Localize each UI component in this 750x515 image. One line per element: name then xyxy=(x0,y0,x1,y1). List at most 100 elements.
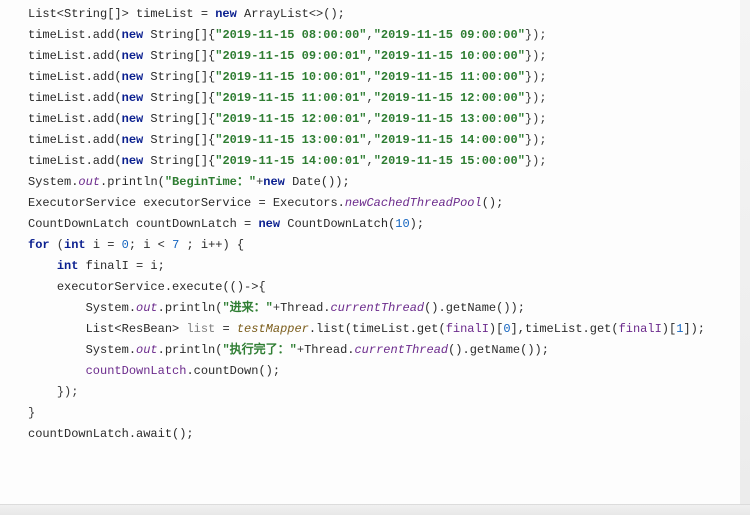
code-text: )[ xyxy=(489,322,503,336)
string-literal: "2019-11-15 09:00:00" xyxy=(374,28,525,42)
code-line: timeList.add(new String[]{"2019-11-15 08… xyxy=(0,25,750,46)
code-text: Date()); xyxy=(285,175,350,189)
code-line: }); xyxy=(0,382,750,403)
static-method: currentThread xyxy=(354,343,448,357)
code-text: finalI = i; xyxy=(78,259,164,273)
comma: , xyxy=(366,154,373,168)
keyword-int: int xyxy=(57,259,79,273)
code-text: timeList.add( xyxy=(28,91,122,105)
var-finali: finalI xyxy=(619,322,662,336)
code-text: CountDownLatch( xyxy=(280,217,395,231)
code-text: ().getName()); xyxy=(448,343,549,357)
string-literal: "2019-11-15 13:00:01" xyxy=(215,133,366,147)
var-finali: finalI xyxy=(446,322,489,336)
string-literal: "2019-11-15 14:00:01" xyxy=(215,154,366,168)
code-text: String[]{ xyxy=(143,28,215,42)
string-literal: "执行完了：" xyxy=(222,343,296,357)
comma: , xyxy=(366,70,373,84)
code-text: .println( xyxy=(158,343,223,357)
keyword-new: new xyxy=(122,91,144,105)
code-line: } xyxy=(0,403,750,424)
code-text: String[]{ xyxy=(143,133,215,147)
comma: , xyxy=(366,28,373,42)
number-literal: 0 xyxy=(503,322,510,336)
code-text: }); xyxy=(525,133,547,147)
code-text: ; i < xyxy=(129,238,172,252)
code-text: ArrayList<>(); xyxy=(237,7,345,21)
vertical-scrollbar[interactable] xyxy=(740,0,750,505)
code-text: .println( xyxy=(158,301,223,315)
code-text: Thread. xyxy=(280,301,330,315)
comma: , xyxy=(366,112,373,126)
code-text: System. xyxy=(86,301,136,315)
field-out: out xyxy=(78,175,100,189)
code-text: timeList.add( xyxy=(28,133,122,147)
code-text: }); xyxy=(525,28,547,42)
code-text: List<ResBean> xyxy=(86,322,187,336)
code-line: executorService.execute(()->{ xyxy=(0,277,750,298)
string-literal: "2019-11-15 10:00:00" xyxy=(374,49,525,63)
code-text: )[ xyxy=(662,322,676,336)
code-text: (); xyxy=(482,196,504,210)
code-line: countDownLatch.countDown(); xyxy=(0,361,750,382)
var-countdownlatch: countDownLatch xyxy=(86,364,187,378)
keyword-new: new xyxy=(258,217,280,231)
code-line: int finalI = i; xyxy=(0,256,750,277)
keyword-new: new xyxy=(215,7,237,21)
comma: , xyxy=(366,49,373,63)
string-literal: "2019-11-15 15:00:00" xyxy=(374,154,525,168)
keyword-new: new xyxy=(122,70,144,84)
code-text: }); xyxy=(525,49,547,63)
plus: + xyxy=(273,301,280,315)
code-text: ().getName()); xyxy=(424,301,525,315)
code-text: }); xyxy=(525,70,547,84)
keyword-new: new xyxy=(122,28,144,42)
indent xyxy=(28,385,57,399)
code-text: }); xyxy=(525,91,547,105)
code-text: String[]{ xyxy=(143,70,215,84)
code-text: i = xyxy=(86,238,122,252)
keyword-new: new xyxy=(122,133,144,147)
string-literal: "BeginTime：" xyxy=(165,175,256,189)
code-line: List<String[]> timeList = new ArrayList<… xyxy=(0,4,750,25)
code-text: System. xyxy=(86,343,136,357)
keyword-new: new xyxy=(122,154,144,168)
code-line: timeList.add(new String[]{"2019-11-15 10… xyxy=(0,67,750,88)
static-method: currentThread xyxy=(330,301,424,315)
code-line: List<ResBean> list = testMapper.list(tim… xyxy=(0,319,750,340)
string-literal: "2019-11-15 13:00:00" xyxy=(374,112,525,126)
code-line: for (int i = 0; i < 7 ; i++) { xyxy=(0,235,750,256)
code-line: countDownLatch.await(); xyxy=(0,424,750,445)
code-text: ); xyxy=(410,217,424,231)
comma: , xyxy=(366,133,373,147)
code-text: ; i++) { xyxy=(179,238,244,252)
string-literal: "2019-11-15 08:00:00" xyxy=(215,28,366,42)
code-line: CountDownLatch countDownLatch = new Coun… xyxy=(0,214,750,235)
string-literal: "2019-11-15 11:00:01" xyxy=(215,91,366,105)
code-line: timeList.add(new String[]{"2019-11-15 13… xyxy=(0,130,750,151)
code-text: System. xyxy=(28,175,78,189)
code-text: }); xyxy=(57,385,79,399)
plus: + xyxy=(297,343,304,357)
code-text: ExecutorService executorService = Execut… xyxy=(28,196,345,210)
code-line: timeList.add(new String[]{"2019-11-15 11… xyxy=(0,88,750,109)
horizontal-scrollbar[interactable] xyxy=(0,504,750,515)
indent xyxy=(28,364,86,378)
code-text: }); xyxy=(525,112,547,126)
code-text: List<String[]> timeList = xyxy=(28,7,215,21)
code-line: timeList.add(new String[]{"2019-11-15 12… xyxy=(0,109,750,130)
code-text: ]); xyxy=(683,322,705,336)
string-literal: "2019-11-15 10:00:01" xyxy=(215,70,366,84)
code-line: ExecutorService executorService = Execut… xyxy=(0,193,750,214)
code-line: timeList.add(new String[]{"2019-11-15 09… xyxy=(0,46,750,67)
code-line: System.out.println("进来："+Thread.currentT… xyxy=(0,298,750,319)
code-text: ( xyxy=(50,238,64,252)
code-text: = xyxy=(215,322,237,336)
keyword-int: int xyxy=(64,238,86,252)
code-text: ],timeList.get( xyxy=(511,322,619,336)
keyword-for: for xyxy=(28,238,50,252)
field-testmapper: testMapper xyxy=(237,322,309,336)
indent xyxy=(28,343,86,357)
field-out: out xyxy=(136,343,158,357)
field-out: out xyxy=(136,301,158,315)
